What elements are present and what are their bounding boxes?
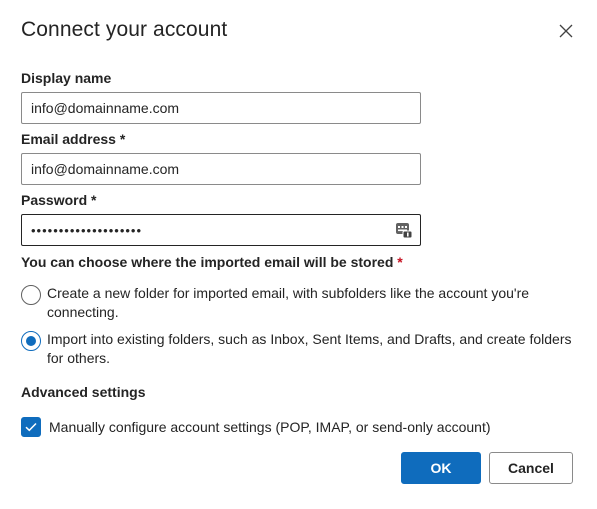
storage-question: You can choose where the imported email … — [21, 254, 403, 270]
display-name-label: Display name — [21, 70, 111, 86]
radio-option-new-folder-label: Create a new folder for imported email, … — [47, 285, 530, 320]
password-required-mark: * — [91, 192, 97, 208]
email-input[interactable] — [22, 154, 420, 184]
email-label: Email address * — [21, 131, 125, 147]
email-required-mark: * — [119, 131, 126, 147]
radio-option-new-folder[interactable]: Create a new folder for imported email, … — [21, 284, 577, 322]
dialog-title: Connect your account — [21, 18, 228, 41]
connect-account-dialog: Connect your account Display name Email … — [0, 0, 597, 509]
advanced-settings-heading: Advanced settings — [21, 384, 146, 400]
radio-button-checked[interactable] — [21, 331, 41, 351]
close-icon — [559, 24, 573, 38]
manual-config-option[interactable]: Manually configure account settings (POP… — [21, 417, 491, 437]
manual-config-label: Manually configure account settings (POP… — [49, 419, 491, 435]
radio-option-existing-folders-label: Import into existing folders, such as In… — [47, 331, 572, 366]
storage-required-mark: * — [397, 254, 403, 270]
manual-config-checkbox[interactable] — [21, 417, 41, 437]
cancel-button[interactable]: Cancel — [489, 452, 573, 484]
password-label: Password * — [21, 192, 96, 208]
password-label-text: Password — [21, 192, 88, 208]
key-icon[interactable] — [395, 221, 413, 239]
email-field[interactable] — [21, 153, 421, 185]
password-input[interactable] — [22, 215, 382, 245]
display-name-label-text: Display name — [21, 70, 112, 86]
storage-question-text: You can choose where the imported email … — [21, 254, 394, 270]
email-label-text: Email address — [21, 131, 116, 147]
password-field[interactable] — [21, 214, 421, 246]
display-name-field[interactable] — [21, 92, 421, 124]
radio-button-unchecked[interactable] — [21, 285, 41, 305]
radio-option-existing-folders[interactable]: Import into existing folders, such as In… — [21, 330, 577, 368]
checkmark-icon — [25, 422, 37, 432]
ok-button[interactable]: OK — [401, 452, 481, 484]
close-button[interactable] — [555, 20, 577, 42]
display-name-input[interactable] — [22, 93, 420, 123]
